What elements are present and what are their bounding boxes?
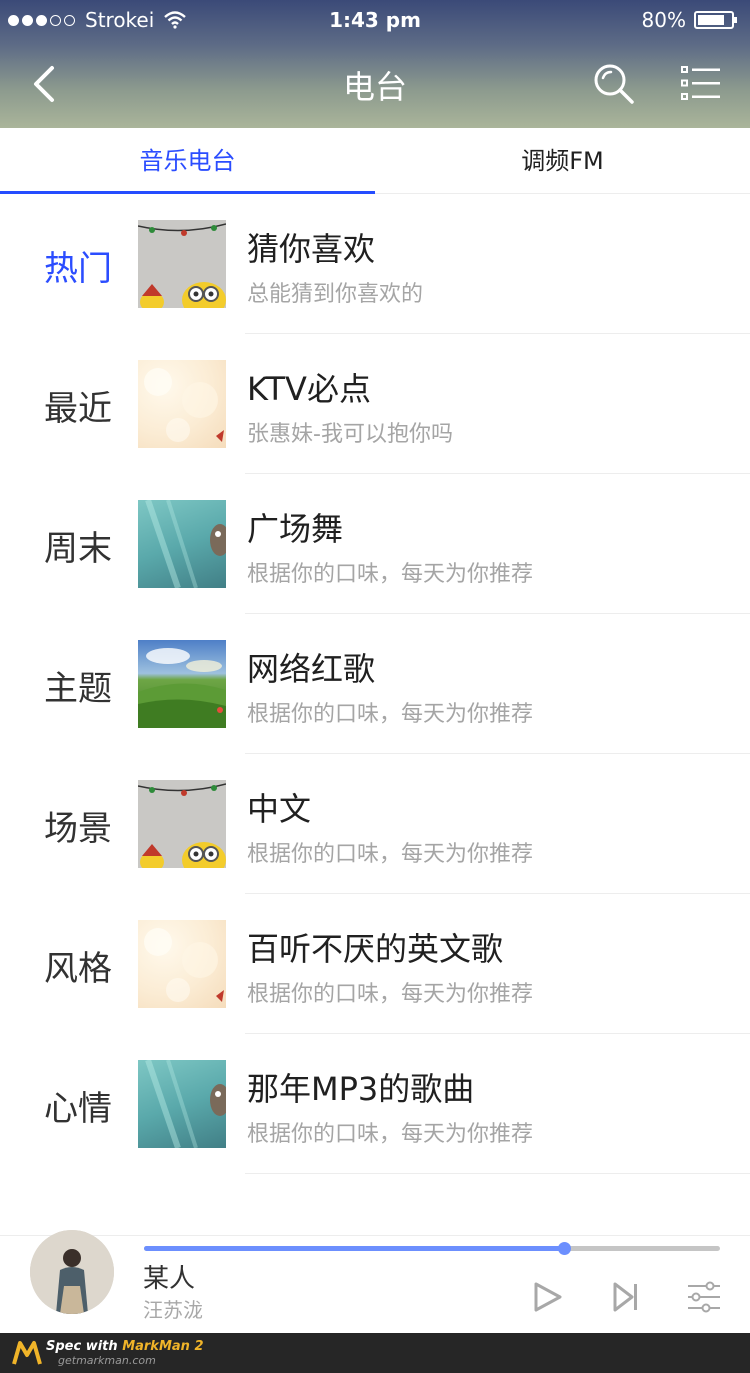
battery-icon xyxy=(694,11,737,29)
list-item[interactable]: 最近 KTV必点 张惠妹-我可以抱你吗 xyxy=(0,334,750,474)
item-subtitle: 根据你的口味，每天为你推荐 xyxy=(247,842,534,867)
progress-knob[interactable] xyxy=(558,1242,572,1255)
footer-url[interactable]: getmarkman.com xyxy=(58,1354,156,1367)
item-subtitle: 根据你的口味，每天为你推荐 xyxy=(247,562,534,587)
list-item[interactable]: 周末 广场舞 根据你的口味，每天为你推荐 xyxy=(0,474,750,614)
cover-image xyxy=(138,360,226,448)
progress-bar[interactable] xyxy=(144,1242,720,1255)
battery-percent: 80% xyxy=(641,8,686,32)
tab-music-radio[interactable]: 音乐电台 xyxy=(0,128,375,194)
markman-logo-icon xyxy=(12,1341,42,1365)
category-label[interactable]: 最近 xyxy=(44,381,112,430)
divider xyxy=(245,1173,750,1174)
category-label[interactable]: 心情 xyxy=(44,1081,112,1130)
list-item[interactable]: 热门 猜你喜欢 总能猜到你喜欢的 xyxy=(0,194,750,334)
item-title: 百听不厌的英文歌 xyxy=(247,930,504,968)
page-title: 电台 xyxy=(342,68,407,106)
item-title: 那年MP3的歌曲 xyxy=(247,1070,475,1108)
item-title: 中文 xyxy=(247,790,312,828)
cover-image xyxy=(138,500,226,588)
progress-fill xyxy=(144,1246,565,1251)
category-label[interactable]: 场景 xyxy=(44,801,112,850)
category-label[interactable]: 热门 xyxy=(44,241,112,290)
clock: 1:43 pm xyxy=(329,8,421,32)
song-title: 某人 xyxy=(143,1264,196,1294)
avatar[interactable] xyxy=(30,1230,114,1314)
cover-image xyxy=(138,640,226,728)
status-right: 80% xyxy=(641,8,737,32)
status-bar: Strokei 1:43 pm 80% xyxy=(0,0,750,40)
tab-fm[interactable]: 调频FM xyxy=(375,128,750,194)
list-item[interactable]: 场景 中文 根据你的口味，每天为你推荐 xyxy=(0,754,750,894)
list-item[interactable]: 心情 那年MP3的歌曲 根据你的口味，每天为你推荐 xyxy=(0,1034,750,1174)
artist-name: 汪苏泷 xyxy=(143,1298,203,1322)
tab-bar: 音乐电台 调频FM xyxy=(0,128,750,194)
item-title: KTV必点 xyxy=(247,370,371,408)
skip-next-icon[interactable] xyxy=(612,1280,640,1314)
mini-player: 某人 汪苏泷 xyxy=(0,1230,750,1333)
play-icon[interactable] xyxy=(530,1280,564,1314)
list-item[interactable]: 主题 网络红歌 根据你的口味，每天为你推荐 xyxy=(0,614,750,754)
header: Strokei 1:43 pm 80% 电台 xyxy=(0,0,750,128)
category-label[interactable]: 周末 xyxy=(44,521,112,570)
footer-brand-name: MarkMan 2 xyxy=(122,1339,204,1354)
item-subtitle: 张惠妹-我可以抱你吗 xyxy=(247,422,453,447)
equalizer-icon[interactable] xyxy=(686,1280,722,1314)
radio-list: 热门 猜你喜欢 总能猜到你喜欢的 最近 KTV必点 张惠妹-我可以抱你吗 周末 … xyxy=(0,194,750,1174)
cover-image xyxy=(138,1060,226,1148)
category-label[interactable]: 主题 xyxy=(44,661,112,710)
chevron-left-icon[interactable] xyxy=(26,62,66,106)
category-label[interactable]: 风格 xyxy=(44,941,112,990)
item-subtitle: 总能猜到你喜欢的 xyxy=(247,282,424,307)
item-subtitle: 根据你的口味，每天为你推荐 xyxy=(247,982,534,1007)
item-title: 网络红歌 xyxy=(247,650,376,688)
item-subtitle: 根据你的口味，每天为你推荐 xyxy=(247,702,534,727)
footer-brand-prefix: Spec with xyxy=(46,1339,123,1354)
item-subtitle: 根据你的口味，每天为你推荐 xyxy=(247,1122,534,1147)
item-title: 猜你喜欢 xyxy=(247,230,376,268)
footer-brand: Spec with MarkMan 2 xyxy=(46,1339,204,1354)
cover-image xyxy=(138,780,226,868)
item-title: 广场舞 xyxy=(247,510,344,548)
cover-image xyxy=(138,920,226,1008)
list-menu-icon[interactable] xyxy=(680,64,722,102)
search-icon[interactable] xyxy=(592,62,636,106)
list-item[interactable]: 风格 百听不厌的英文歌 根据你的口味，每天为你推荐 xyxy=(0,894,750,1034)
markman-footer: Spec with MarkMan 2 getmarkman.com xyxy=(0,1333,750,1373)
cover-image xyxy=(138,220,226,308)
